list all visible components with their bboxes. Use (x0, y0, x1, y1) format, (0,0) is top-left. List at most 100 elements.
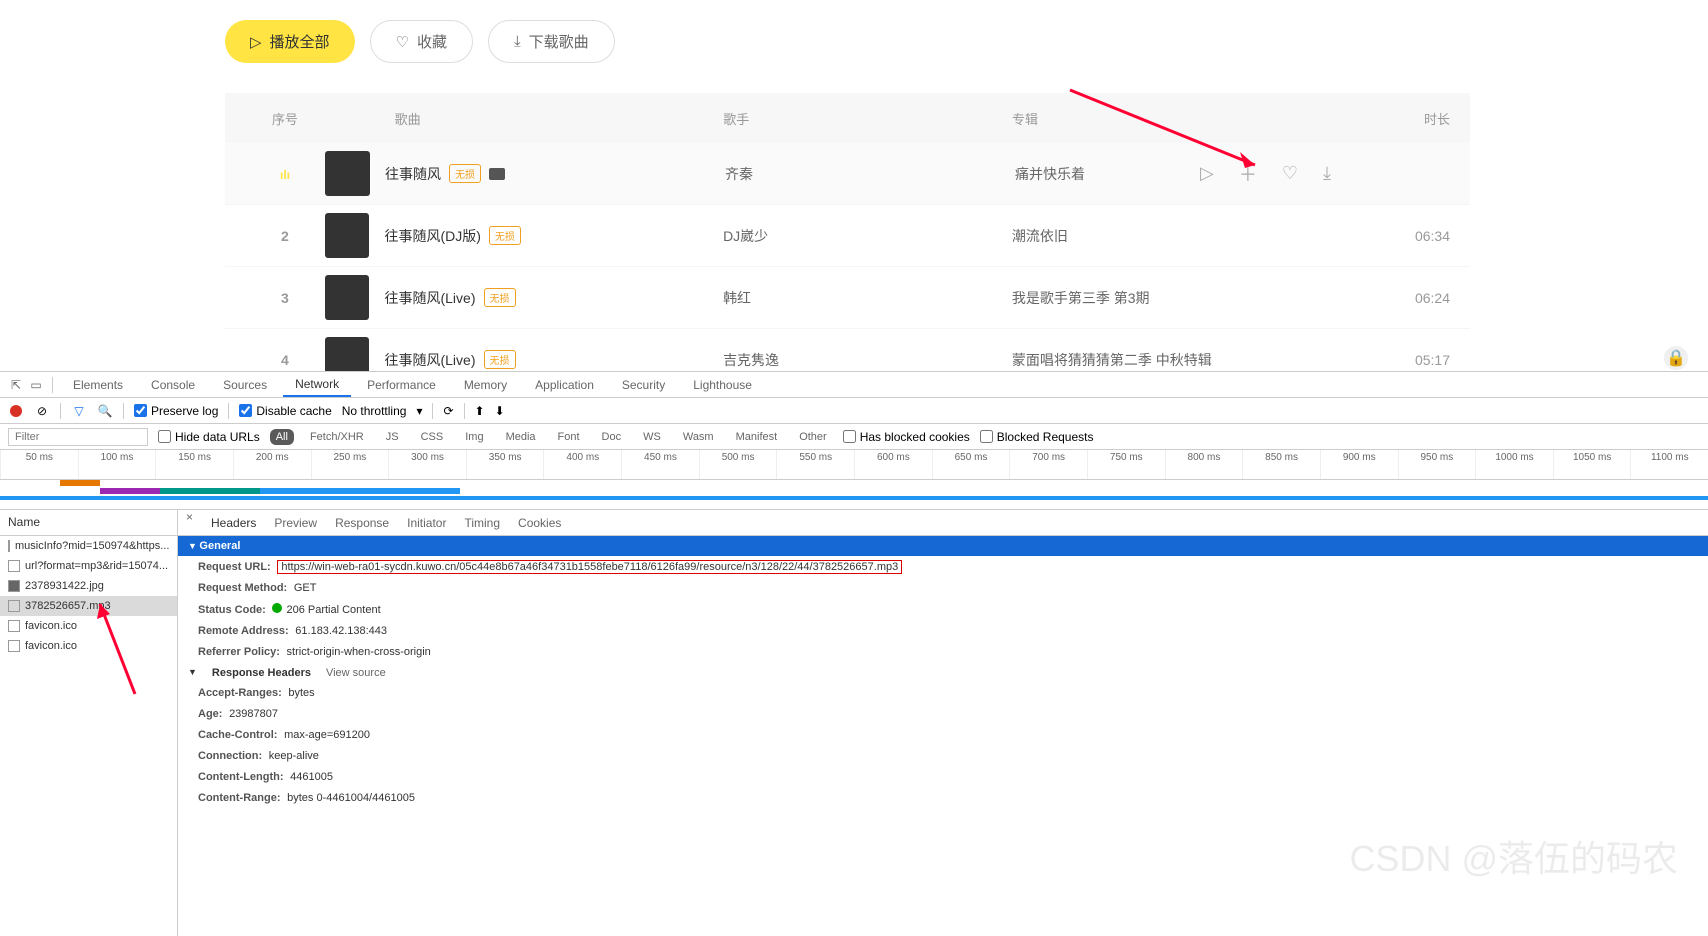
favorite-button[interactable]: ♡ 收藏 (370, 20, 473, 63)
detail-tab-cookies[interactable]: Cookies (518, 516, 561, 530)
disable-cache-checkbox[interactable]: Disable cache (239, 404, 331, 418)
artist-cell[interactable]: 吉克隽逸 (723, 350, 1012, 370)
preserve-log-checkbox[interactable]: Preserve log (134, 404, 218, 418)
filter-manifest[interactable]: Manifest (730, 429, 784, 445)
artist-cell[interactable]: 齐秦 (725, 164, 1015, 184)
name-column-header[interactable]: Name (0, 510, 178, 535)
filter-wasm[interactable]: Wasm (677, 429, 720, 445)
play-icon[interactable]: ▷ (1200, 163, 1214, 184)
tab-sources[interactable]: Sources (211, 374, 279, 396)
inspect-icon[interactable]: ⇱ (8, 377, 24, 393)
song-row[interactable]: ılı 往事随风 无损 齐秦 痛并快乐着 ▷ ＋ ♡ ⤓ (225, 143, 1470, 205)
request-method-row: Request Method: GET (178, 578, 1708, 599)
filter-doc[interactable]: Doc (596, 429, 628, 445)
general-section-header[interactable]: General (178, 536, 1708, 556)
waterfall-overview[interactable] (0, 480, 1708, 510)
headers-panel: General Request URL: https://win-web-ra0… (178, 536, 1708, 936)
request-item[interactable]: url?format=mp3&rid=15074... (0, 556, 177, 576)
blocked-cookies-checkbox[interactable]: Has blocked cookies (843, 430, 970, 444)
play-all-button[interactable]: ▷ 播放全部 (225, 20, 355, 63)
detail-tab-headers[interactable]: Headers (211, 516, 256, 530)
detail-tab-timing[interactable]: Timing (464, 516, 500, 530)
filter-media[interactable]: Media (500, 429, 542, 445)
filter-fetch-xhr[interactable]: Fetch/XHR (304, 429, 370, 445)
heart-icon[interactable]: ♡ (1282, 163, 1298, 184)
request-item[interactable]: 3782526657.mp3 (0, 596, 177, 616)
tab-elements[interactable]: Elements (61, 374, 135, 396)
song-row[interactable]: 3 往事随风(Live) 无损 韩红 我是歌手第三季 第3期 06:24 (225, 267, 1470, 329)
timeline-ruler[interactable]: 50 ms 100 ms 150 ms 200 ms 250 ms 300 ms… (0, 450, 1708, 480)
request-item[interactable]: favicon.ico (0, 616, 177, 636)
device-icon[interactable]: ▭ (28, 377, 44, 393)
filter-font[interactable]: Font (552, 429, 586, 445)
filter-img[interactable]: Img (459, 429, 489, 445)
album-cell[interactable]: 我是歌手第三季 第3期 (1012, 288, 1351, 308)
tab-security[interactable]: Security (610, 374, 677, 396)
status-code-row: Status Code: 206 Partial Content (178, 599, 1708, 621)
album-cell[interactable]: 痛并快乐着 (1015, 164, 1200, 184)
tab-memory[interactable]: Memory (452, 374, 519, 396)
download-icon[interactable]: ⤓ (1323, 163, 1331, 184)
clear-button[interactable]: ⊘ (34, 403, 50, 419)
response-header-row: Age: 23987807 (178, 704, 1708, 725)
lossless-badge: 无损 (484, 288, 516, 307)
artist-cell[interactable]: DJ崴少 (723, 226, 1012, 246)
lock-icon[interactable]: 🔒 (1664, 346, 1688, 370)
song-cell: 往事随风(Live) 无损 (384, 288, 723, 308)
tab-console[interactable]: Console (139, 374, 207, 396)
album-cover (325, 275, 370, 320)
search-icon[interactable]: 🔍 (97, 403, 113, 419)
file-icon (8, 560, 20, 572)
view-source-link[interactable]: View source (326, 667, 386, 679)
filter-ws[interactable]: WS (637, 429, 667, 445)
response-header-row: Connection: keep-alive (178, 746, 1708, 767)
detail-tab-initiator[interactable]: Initiator (407, 516, 446, 530)
response-headers-section[interactable]: Response Headers View source (178, 663, 1708, 683)
file-icon (8, 640, 20, 652)
add-icon[interactable]: ＋ (1239, 161, 1257, 187)
tab-lighthouse[interactable]: Lighthouse (681, 374, 764, 396)
wifi-icon[interactable]: ⟳ (443, 404, 453, 418)
album-cell[interactable]: 蒙面唱将猜猜猜第二季 中秋特辑 (1012, 350, 1351, 370)
song-cell: 往事随风(DJ版) 无损 (384, 226, 723, 246)
chevron-down-icon[interactable]: ▾ (416, 404, 422, 418)
detail-tab-preview[interactable]: Preview (274, 516, 317, 530)
remote-address-row: Remote Address: 61.183.42.138:443 (178, 621, 1708, 642)
download-icon[interactable]: ⬇ (495, 404, 505, 418)
detail-tab-response[interactable]: Response (335, 516, 389, 530)
filter-other[interactable]: Other (793, 429, 833, 445)
request-item[interactable]: favicon.ico (0, 636, 177, 656)
devtools-tabs: ⇱ ▭ Elements Console Sources Network Per… (0, 372, 1708, 398)
tab-application[interactable]: Application (523, 374, 606, 396)
filter-css[interactable]: CSS (415, 429, 450, 445)
response-header-row: Content-Length: 4461005 (178, 767, 1708, 788)
row-index: ılı (245, 166, 325, 182)
image-icon (8, 580, 20, 592)
song-table: 序号 歌曲 歌手 专辑 时长 ılı 往事随风 无损 齐秦 痛并快乐着 ▷ ＋ … (225, 93, 1470, 391)
close-detail-button[interactable]: × (178, 510, 201, 535)
filter-all[interactable]: All (270, 429, 294, 445)
filter-row: Hide data URLs All Fetch/XHR JS CSS Img … (0, 424, 1708, 450)
filter-icon[interactable]: ▽ (71, 403, 87, 419)
tab-network[interactable]: Network (283, 373, 351, 397)
blocked-requests-checkbox[interactable]: Blocked Requests (980, 430, 1094, 444)
response-header-row: Cache-Control: max-age=691200 (178, 725, 1708, 746)
artist-cell[interactable]: 韩红 (723, 288, 1012, 308)
album-cell[interactable]: 潮流依旧 (1012, 226, 1351, 246)
request-item[interactable]: musicInfo?mid=150974&https... (0, 536, 177, 556)
upload-icon[interactable]: ⬆ (475, 404, 485, 418)
song-row[interactable]: 2 往事随风(DJ版) 无损 DJ崴少 潮流依旧 06:34 (225, 205, 1470, 267)
row-index: 2 (245, 228, 325, 244)
hide-data-urls-checkbox[interactable]: Hide data URLs (158, 430, 260, 444)
record-button[interactable] (8, 403, 24, 419)
col-index-header: 序号 (245, 109, 325, 128)
filter-input[interactable] (8, 428, 148, 446)
song-title: 往事随风 (385, 164, 441, 184)
album-cover (325, 151, 370, 196)
filter-js[interactable]: JS (380, 429, 405, 445)
duration-cell: 06:24 (1350, 290, 1450, 306)
tab-performance[interactable]: Performance (355, 374, 448, 396)
request-item[interactable]: 2378931422.jpg (0, 576, 177, 596)
throttling-select[interactable]: No throttling (342, 404, 407, 418)
download-button[interactable]: ⤓ 下载歌曲 (488, 20, 615, 63)
